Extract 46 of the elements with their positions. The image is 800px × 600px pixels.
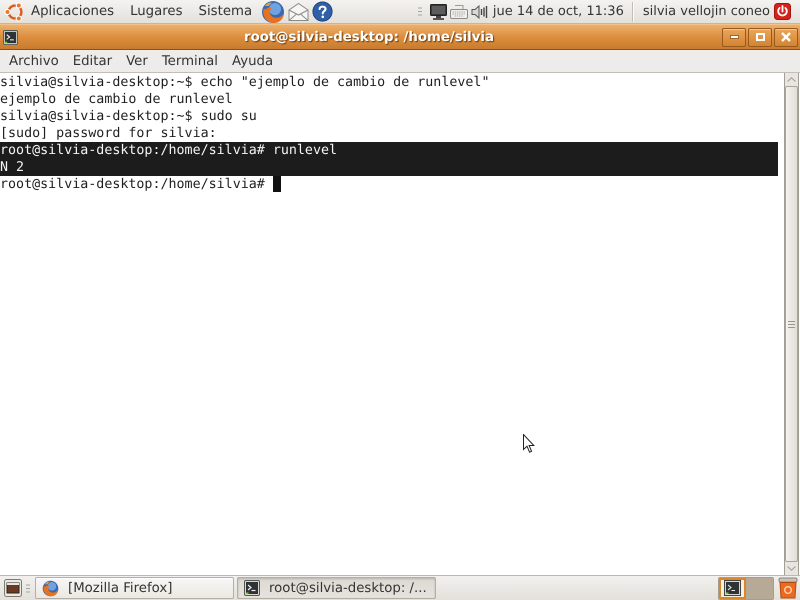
minimize-button[interactable] [722,28,746,46]
terminal-icon [244,580,260,596]
show-desktop-icon[interactable] [4,579,22,597]
terminal-line: silvia@silvia-desktop:~$ sudo su [0,108,257,125]
scrollbar[interactable] [784,73,799,575]
terminal-area[interactable] [0,73,800,575]
maximize-button[interactable] [748,28,772,46]
terminal-icon [3,30,18,44]
trash-icon[interactable] [778,577,798,599]
taskbar-label: [Mozilla Firefox] [68,580,172,596]
window-thumbnail-icon [724,580,741,596]
monitor-icon[interactable] [430,4,447,20]
terminal-line: root@silvia-desktop:/home/silvia# runlevel [0,142,338,159]
terminal-line: ejemplo de cambio de runlevel [0,91,233,108]
menu-item[interactable]: Archivo [2,50,66,72]
scrollbar-thumb[interactable] [785,86,798,562]
browser-icon [42,580,59,596]
mouse-pointer-icon [523,434,535,453]
clock[interactable]: jue 14 de oct, 11:36 [488,0,628,22]
help-icon[interactable] [312,1,334,22]
window-title: root@silvia-desktop: /home/silvia [244,30,494,44]
maximize-icon [756,33,764,41]
taskbar-button[interactable]: root@silvia-desktop: /... [237,577,436,599]
panel-menu[interactable]: Aplicaciones [4,0,122,22]
panel-menu[interactable]: Sistema [190,0,260,22]
close-icon [781,32,791,42]
grip-icon [788,320,795,328]
browser-icon[interactable] [261,0,286,24]
user-menu[interactable]: silvia vellojin coneo [638,0,774,22]
menu-item[interactable]: Ayuda [225,50,280,72]
workspace[interactable] [719,578,746,598]
taskbar-button[interactable]: [Mozilla Firefox] [35,577,234,599]
minimize-icon [730,35,738,39]
close-button[interactable] [774,28,798,46]
terminal-line: silvia@silvia-desktop:~$ echo "ejemplo de cambio de runlevel" [0,74,490,91]
panel-menu[interactable]: Lugares [122,0,191,22]
power-icon[interactable] [774,3,791,20]
volume-icon[interactable] [470,4,488,20]
menu-item[interactable]: Editar [66,50,120,72]
menu-item[interactable]: Ver [119,50,155,72]
terminal-line: [sudo] password for silvia: [0,125,217,142]
taskbar-label: root@silvia-desktop: /... [269,580,427,596]
drag-handle-icon[interactable] [418,7,422,16]
terminal-line: N 2 [0,159,24,176]
terminal-line: root@silvia-desktop:/home/silvia# [0,176,265,193]
menu-item[interactable]: Terminal [154,50,226,72]
